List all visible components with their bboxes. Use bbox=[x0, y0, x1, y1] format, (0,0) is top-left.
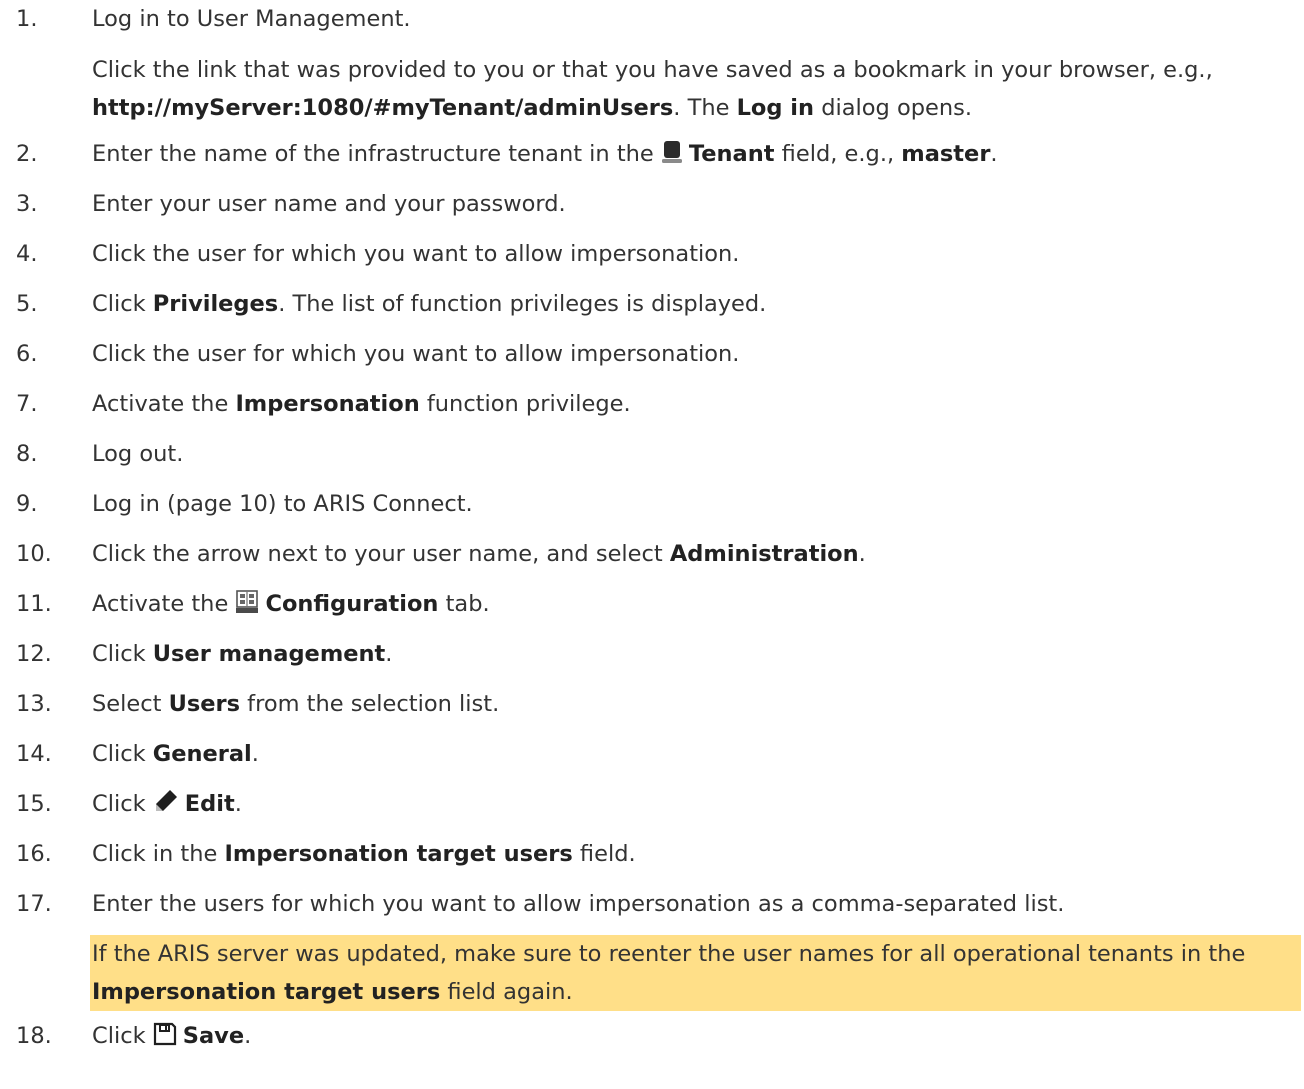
administration-label: Administration bbox=[669, 541, 859, 567]
step-text: Click the user for which you want to all… bbox=[92, 341, 740, 367]
step-number: 10. bbox=[16, 541, 52, 567]
step-8: 8. Log out. bbox=[0, 435, 1304, 473]
step-3: 3. Enter your user name and your passwor… bbox=[0, 185, 1304, 223]
login-dialog-label: Log in bbox=[736, 95, 815, 121]
procedure-steps: 1. Log in to User Management. Click the … bbox=[0, 0, 1304, 1055]
impersonation-target-users-label: Impersonation target users bbox=[224, 841, 573, 867]
general-label: General bbox=[152, 741, 252, 767]
step-11: 11. Activate the Configuration tab. bbox=[0, 585, 1304, 623]
step-14: 14. Click General. bbox=[0, 735, 1304, 773]
step-1: 1. Log in to User Management. Click the … bbox=[0, 0, 1304, 127]
step-number: 3. bbox=[16, 191, 38, 217]
step-text: Log in (page 10) to ARIS Connect. bbox=[92, 491, 473, 517]
step-5: 5. Click Privileges. The list of functio… bbox=[0, 285, 1304, 323]
step-number: 17. bbox=[16, 891, 52, 917]
step-text: Enter the users for which you want to al… bbox=[92, 891, 1065, 917]
step-17: 17. Enter the users for which you want t… bbox=[0, 885, 1304, 1011]
step-number: 6. bbox=[16, 341, 38, 367]
configuration-tab-label: Configuration bbox=[265, 591, 439, 617]
step-number: 9. bbox=[16, 491, 38, 517]
step-number: 14. bbox=[16, 741, 52, 767]
impersonation-label: Impersonation bbox=[235, 391, 420, 417]
step-number: 5. bbox=[16, 291, 38, 317]
step-number: 8. bbox=[16, 441, 38, 467]
step-number: 15. bbox=[16, 791, 52, 817]
step-number: 11. bbox=[16, 591, 52, 617]
step-13: 13. Select Users from the selection list… bbox=[0, 685, 1304, 723]
user-management-label: User management bbox=[152, 641, 386, 667]
step-number: 7. bbox=[16, 391, 38, 417]
step-text: Log out. bbox=[92, 441, 184, 467]
edit-icon bbox=[153, 788, 179, 814]
users-label: Users bbox=[168, 691, 240, 717]
save-label: Save bbox=[182, 1023, 245, 1049]
step-10: 10. Click the arrow next to your user na… bbox=[0, 535, 1304, 573]
step-text: Log in to User Management. bbox=[92, 6, 411, 32]
privileges-label: Privileges bbox=[152, 291, 279, 317]
step-9: 9. Log in (page 10) to ARIS Connect. bbox=[0, 485, 1304, 523]
step-number: 1. bbox=[16, 6, 38, 32]
step-number: 4. bbox=[16, 241, 38, 267]
configuration-icon bbox=[235, 590, 259, 614]
step-number: 16. bbox=[16, 841, 52, 867]
step-15: 15. Click Edit. bbox=[0, 785, 1304, 823]
step-text: Enter your user name and your password. bbox=[92, 191, 566, 217]
step-6: 6. Click the user for which you want to … bbox=[0, 335, 1304, 373]
step-7: 7. Activate the Impersonation function p… bbox=[0, 385, 1304, 423]
step-detail: Click the link that was provided to you … bbox=[92, 57, 1213, 121]
edit-label: Edit bbox=[184, 791, 235, 817]
step-number: 12. bbox=[16, 641, 52, 667]
step-text: Click the user for which you want to all… bbox=[92, 241, 740, 267]
bookmark-url: http://myServer:1080/#myTenant/adminUser… bbox=[92, 95, 674, 121]
step-12: 12. Click User management. bbox=[0, 635, 1304, 673]
tenant-example: master bbox=[901, 141, 991, 167]
tenant-label: Tenant bbox=[688, 141, 775, 167]
impersonation-target-users-label: Impersonation target users bbox=[92, 979, 441, 1005]
save-icon bbox=[153, 1022, 177, 1046]
highlighted-note: If the ARIS server was updated, make sur… bbox=[90, 935, 1301, 1011]
step-18: 18. Click Save. bbox=[0, 1017, 1304, 1055]
step-number: 2. bbox=[16, 141, 38, 167]
step-2: 2. Enter the name of the infrastructure … bbox=[0, 135, 1304, 173]
tenant-icon bbox=[661, 140, 683, 164]
step-number: 18. bbox=[16, 1023, 52, 1049]
step-number: 13. bbox=[16, 691, 52, 717]
step-4: 4. Click the user for which you want to … bbox=[0, 235, 1304, 273]
step-16: 16. Click in the Impersonation target us… bbox=[0, 835, 1304, 873]
